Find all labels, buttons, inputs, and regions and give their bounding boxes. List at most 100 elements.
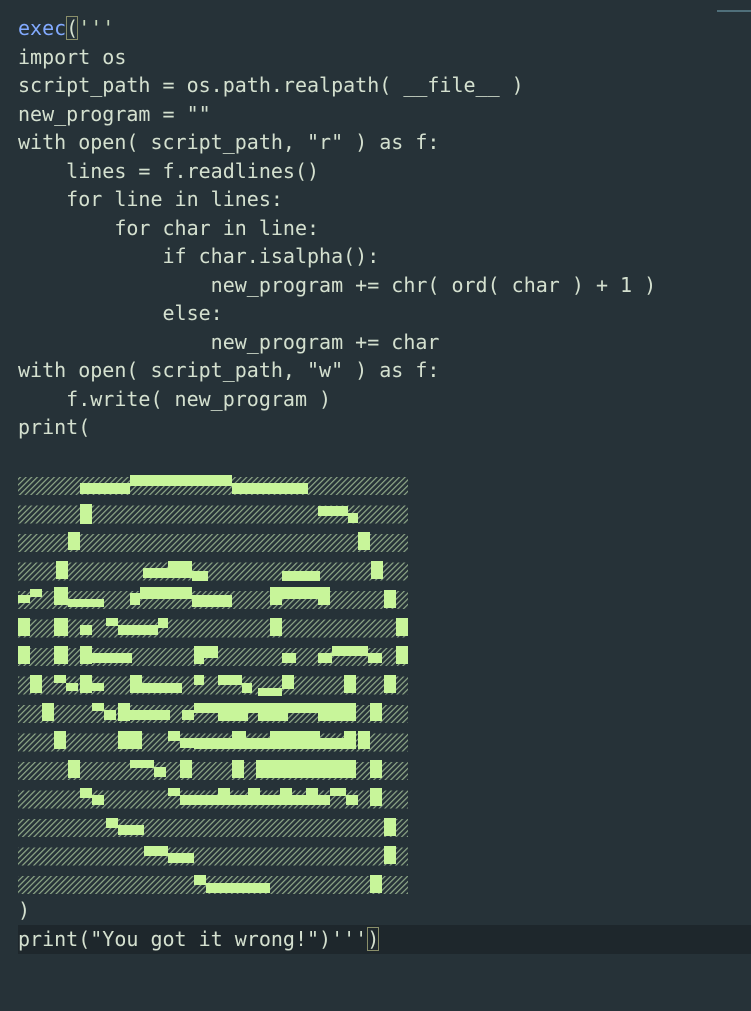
code-line[interactable]: else: [18, 299, 222, 328]
art-block [118, 825, 144, 835]
code-line[interactable]: lines = f.readlines() [18, 157, 319, 186]
code-line[interactable]: f.write( new_program ) [18, 385, 331, 414]
art-block [194, 646, 218, 658]
art-block [30, 589, 42, 597]
art-block [270, 618, 282, 636]
art-block [218, 675, 242, 685]
code-line[interactable]: script_path = os.path.realpath( __file__… [18, 71, 524, 100]
art-block [256, 760, 356, 778]
art-block [68, 599, 104, 607]
code-line[interactable]: with open( script_path, "r" ) as f: [18, 128, 439, 157]
art-block [158, 618, 168, 628]
art-block [370, 875, 382, 893]
art-block [68, 760, 80, 778]
art-block [80, 504, 92, 524]
code-line[interactable]: if char.isalpha(): [18, 242, 379, 271]
art-block [270, 731, 320, 739]
final-line-text: print("You got it wrong!")''' [18, 927, 368, 951]
code-line[interactable]: exec(''' [18, 14, 114, 43]
art-block [80, 675, 92, 693]
code-line[interactable]: for line in lines: [18, 185, 283, 214]
code-line[interactable]: print( [18, 413, 90, 442]
art-block [318, 506, 348, 516]
art-block [144, 846, 168, 856]
art-block [168, 788, 180, 796]
art-block [130, 593, 140, 605]
art-block [192, 571, 208, 581]
art-block [80, 646, 92, 664]
art-block [106, 618, 118, 626]
art-block [143, 568, 168, 578]
art-block [54, 675, 66, 683]
art-block [232, 760, 244, 778]
art-block [194, 703, 318, 713]
art-block [344, 731, 356, 749]
art-block [318, 587, 330, 605]
art-block [370, 703, 382, 721]
art-block [182, 710, 194, 720]
art-block [118, 703, 130, 721]
hatch-shade [18, 847, 408, 866]
art-block [194, 658, 204, 664]
art-block [80, 625, 92, 635]
code-line[interactable]: new_program = "" [18, 100, 211, 129]
art-block [68, 532, 80, 550]
art-block [396, 646, 408, 664]
art-block [384, 846, 396, 864]
art-block [248, 788, 260, 796]
art-block [368, 653, 382, 663]
art-block [54, 587, 68, 605]
art-block [154, 767, 166, 777]
art-block [180, 760, 192, 778]
matched-bracket: ) [367, 927, 380, 951]
art-block [130, 675, 142, 693]
art-block [180, 795, 330, 805]
art-block [282, 587, 318, 599]
art-block [348, 513, 358, 523]
ascii-block-art-face-icon [18, 475, 408, 894]
art-block [358, 731, 370, 749]
art-block [206, 883, 270, 893]
art-block [30, 675, 42, 693]
code-line[interactable]: new_program += char [18, 328, 440, 357]
art-block [130, 760, 154, 768]
code-line[interactable]: for char in line: [18, 214, 319, 243]
code-line[interactable]: import os [18, 43, 126, 72]
art-block [194, 738, 346, 749]
art-block [168, 853, 194, 863]
art-block [396, 618, 408, 636]
art-block [318, 653, 332, 663]
art-block [118, 731, 142, 749]
art-block [270, 587, 282, 605]
art-block [106, 818, 118, 828]
code-line[interactable]: new_program += chr( ord( char ) + 1 ) [18, 271, 657, 300]
art-block [168, 561, 192, 578]
art-block [330, 788, 346, 796]
art-block [92, 683, 104, 691]
art-block [54, 618, 68, 636]
art-block [384, 818, 396, 836]
art-block [92, 703, 104, 711]
art-block [282, 571, 320, 581]
art-block [371, 561, 383, 579]
art-block [142, 683, 182, 693]
art-block [242, 683, 252, 693]
art-block [258, 688, 282, 696]
code-line[interactable]: with open( script_path, "w" ) as f: [18, 356, 439, 385]
art-block [92, 653, 132, 663]
art-block [42, 703, 54, 721]
hatch-shade [18, 819, 408, 837]
code-editor[interactable]: exec(''' import os script_path = os.path.r… [0, 0, 751, 1011]
art-block [370, 788, 382, 806]
final-print-line[interactable]: print("You got it wrong!")''') [18, 925, 380, 954]
closing-paren-line: ) [18, 898, 31, 922]
art-block [18, 646, 30, 664]
art-block [118, 625, 158, 635]
art-block [130, 475, 232, 486]
art-block [282, 675, 294, 689]
art-block [130, 710, 170, 720]
art-block [180, 738, 194, 748]
art-block [194, 675, 204, 685]
art-block [218, 713, 248, 721]
art-block [168, 731, 180, 741]
